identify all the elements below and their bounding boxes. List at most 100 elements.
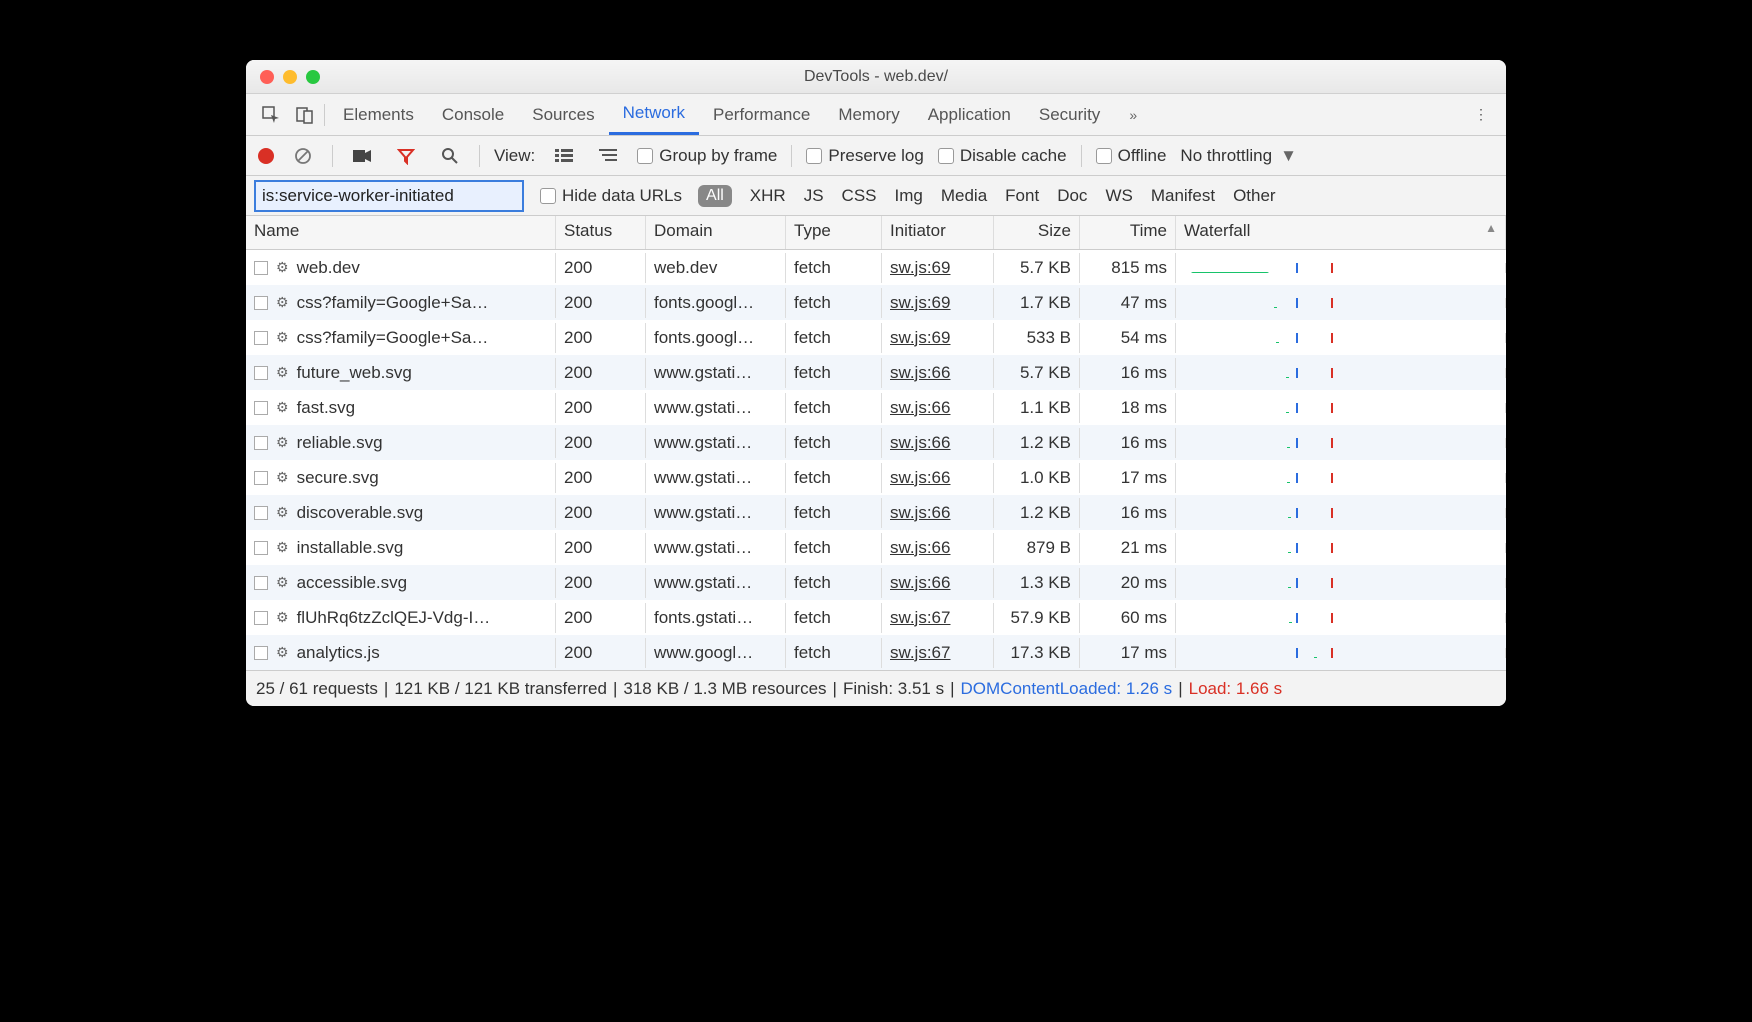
- col-type[interactable]: Type: [786, 216, 882, 249]
- preserve-log-checkbox[interactable]: Preserve log: [806, 146, 923, 166]
- row-checkbox[interactable]: [254, 541, 268, 555]
- type-filter-manifest[interactable]: Manifest: [1151, 186, 1215, 206]
- more-panels-icon[interactable]: »: [1118, 100, 1148, 130]
- request-time: 20 ms: [1080, 568, 1176, 598]
- request-time: 815 ms: [1080, 253, 1176, 283]
- initiator-link[interactable]: sw.js:66: [890, 468, 950, 487]
- request-name: web.dev: [297, 258, 360, 278]
- table-row[interactable]: ⚙future_web.svg200www.gstati…fetchsw.js:…: [246, 355, 1506, 390]
- type-filter-css[interactable]: CSS: [842, 186, 877, 206]
- initiator-link[interactable]: sw.js:69: [890, 328, 950, 347]
- request-status: 200: [556, 428, 646, 458]
- col-size[interactable]: Size: [994, 216, 1080, 249]
- network-toolbar: View: Group by frame Preserve log Disabl…: [246, 136, 1506, 176]
- initiator-link[interactable]: sw.js:66: [890, 538, 950, 557]
- request-status: 200: [556, 568, 646, 598]
- table-row[interactable]: ⚙reliable.svg200www.gstati…fetchsw.js:66…: [246, 425, 1506, 460]
- tab-sources[interactable]: Sources: [518, 95, 608, 135]
- type-filter-doc[interactable]: Doc: [1057, 186, 1087, 206]
- table-row[interactable]: ⚙flUhRq6tzZclQEJ-Vdg-I…200fonts.gstati…f…: [246, 600, 1506, 635]
- type-filter-img[interactable]: Img: [895, 186, 923, 206]
- row-checkbox[interactable]: [254, 436, 268, 450]
- row-checkbox[interactable]: [254, 296, 268, 310]
- table-row[interactable]: ⚙css?family=Google+Sa…200fonts.googl…fet…: [246, 320, 1506, 355]
- col-status[interactable]: Status: [556, 216, 646, 249]
- row-checkbox[interactable]: [254, 401, 268, 415]
- initiator-link[interactable]: sw.js:69: [890, 258, 950, 277]
- type-filter-all[interactable]: All: [698, 185, 732, 207]
- col-time[interactable]: Time: [1080, 216, 1176, 249]
- col-domain[interactable]: Domain: [646, 216, 786, 249]
- overview-icon[interactable]: [593, 141, 623, 171]
- offline-checkbox[interactable]: Offline: [1096, 146, 1167, 166]
- inspect-icon[interactable]: [256, 100, 286, 130]
- filter-input[interactable]: [254, 180, 524, 212]
- table-row[interactable]: ⚙web.dev200web.devfetchsw.js:695.7 KB815…: [246, 250, 1506, 285]
- panel-tabs: ElementsConsoleSourcesNetworkPerformance…: [246, 94, 1506, 136]
- filter-bar: Hide data URLs All XHR JS CSS Img Media Font Do…: [246, 176, 1506, 216]
- type-filter-media[interactable]: Media: [941, 186, 987, 206]
- waterfall-cell: [1176, 648, 1506, 658]
- initiator-link[interactable]: sw.js:66: [890, 573, 950, 592]
- type-filter-ws[interactable]: WS: [1105, 186, 1132, 206]
- kebab-menu-icon[interactable]: ⋮: [1466, 100, 1496, 130]
- request-status: 200: [556, 358, 646, 388]
- initiator-link[interactable]: sw.js:66: [890, 363, 950, 382]
- initiator-link[interactable]: sw.js:66: [890, 433, 950, 452]
- col-waterfall[interactable]: Waterfall▲: [1176, 216, 1506, 249]
- tab-application[interactable]: Application: [914, 95, 1025, 135]
- row-checkbox[interactable]: [254, 331, 268, 345]
- tab-memory[interactable]: Memory: [824, 95, 913, 135]
- request-size: 1.2 KB: [994, 498, 1080, 528]
- initiator-link[interactable]: sw.js:67: [890, 608, 950, 627]
- row-checkbox[interactable]: [254, 646, 268, 660]
- initiator-link[interactable]: sw.js:66: [890, 503, 950, 522]
- row-checkbox[interactable]: [254, 506, 268, 520]
- initiator-link[interactable]: sw.js:66: [890, 398, 950, 417]
- row-checkbox[interactable]: [254, 576, 268, 590]
- large-rows-icon[interactable]: [549, 141, 579, 171]
- type-filter-xhr[interactable]: XHR: [750, 186, 786, 206]
- device-toggle-icon[interactable]: [290, 100, 320, 130]
- search-icon[interactable]: [435, 141, 465, 171]
- initiator-link[interactable]: sw.js:69: [890, 293, 950, 312]
- filter-icon[interactable]: [391, 141, 421, 171]
- tab-network[interactable]: Network: [609, 95, 699, 135]
- waterfall-cell: [1176, 473, 1506, 483]
- waterfall-cell: [1176, 263, 1506, 273]
- camera-icon[interactable]: [347, 141, 377, 171]
- row-checkbox[interactable]: [254, 366, 268, 380]
- hide-data-urls-checkbox[interactable]: Hide data URLs: [540, 186, 682, 206]
- tab-elements[interactable]: Elements: [329, 95, 428, 135]
- type-filter-js[interactable]: JS: [804, 186, 824, 206]
- request-time: 16 ms: [1080, 358, 1176, 388]
- group-by-frame-checkbox[interactable]: Group by frame: [637, 146, 777, 166]
- request-type: fetch: [786, 358, 882, 388]
- row-checkbox[interactable]: [254, 261, 268, 275]
- table-row[interactable]: ⚙analytics.js200www.googl…fetchsw.js:671…: [246, 635, 1506, 670]
- tab-performance[interactable]: Performance: [699, 95, 824, 135]
- col-name[interactable]: Name: [246, 216, 556, 249]
- table-row[interactable]: ⚙fast.svg200www.gstati…fetchsw.js:661.1 …: [246, 390, 1506, 425]
- clear-icon[interactable]: [288, 141, 318, 171]
- tab-console[interactable]: Console: [428, 95, 518, 135]
- row-checkbox[interactable]: [254, 611, 268, 625]
- type-filter-font[interactable]: Font: [1005, 186, 1039, 206]
- col-initiator[interactable]: Initiator: [882, 216, 994, 249]
- table-row[interactable]: ⚙css?family=Google+Sa…200fonts.googl…fet…: [246, 285, 1506, 320]
- throttling-select[interactable]: No throttling▼: [1180, 146, 1297, 166]
- record-button[interactable]: [258, 148, 274, 164]
- table-row[interactable]: ⚙discoverable.svg200www.gstati…fetchsw.j…: [246, 495, 1506, 530]
- table-row[interactable]: ⚙installable.svg200www.gstati…fetchsw.js…: [246, 530, 1506, 565]
- initiator-link[interactable]: sw.js:67: [890, 643, 950, 662]
- disable-cache-checkbox[interactable]: Disable cache: [938, 146, 1067, 166]
- tab-security[interactable]: Security: [1025, 95, 1114, 135]
- type-filter-other[interactable]: Other: [1233, 186, 1276, 206]
- request-type: fetch: [786, 323, 882, 353]
- view-label: View:: [494, 146, 535, 166]
- table-row[interactable]: ⚙secure.svg200www.gstati…fetchsw.js:661.…: [246, 460, 1506, 495]
- row-checkbox[interactable]: [254, 471, 268, 485]
- request-size: 5.7 KB: [994, 253, 1080, 283]
- table-row[interactable]: ⚙accessible.svg200www.gstati…fetchsw.js:…: [246, 565, 1506, 600]
- gear-icon: ⚙: [276, 399, 289, 416]
